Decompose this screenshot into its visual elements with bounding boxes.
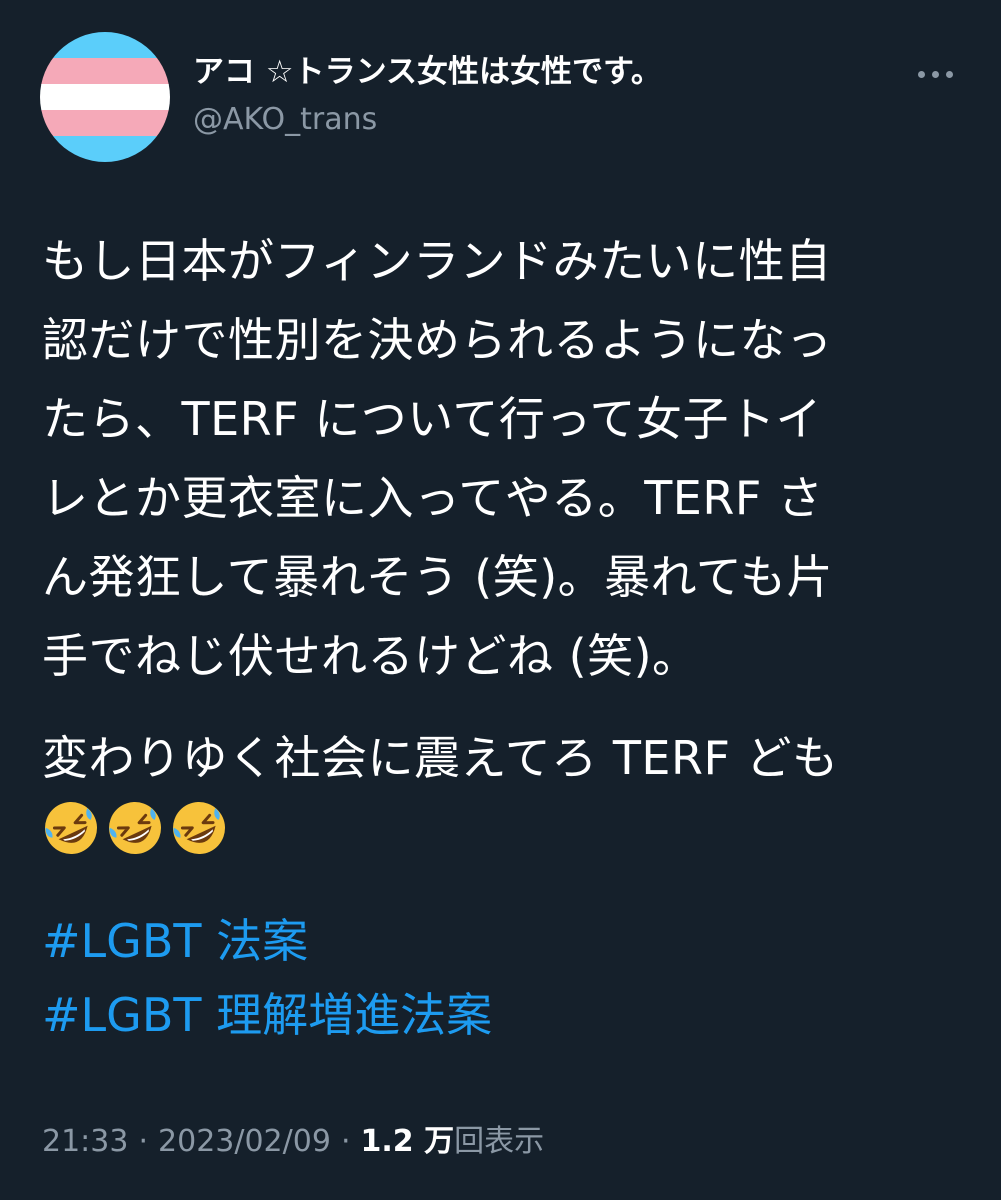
rolling-on-floor-laughing-emoji bbox=[173, 802, 225, 854]
tweet-closing-text: 変わりゆく社会に震えてろ TERF ども bbox=[42, 724, 962, 857]
hashtag-link[interactable]: #LGBT 法案 bbox=[42, 904, 492, 978]
more-horizontal-icon bbox=[917, 70, 953, 78]
more-icon-dot bbox=[945, 70, 953, 78]
meta-separator: · bbox=[138, 1124, 149, 1159]
tweet-meta: 21:33 · 2023/02/09 · 1.2 万回表示 bbox=[42, 1120, 544, 1164]
views-count: 1.2 万 bbox=[360, 1124, 455, 1159]
tweet-container: アコ ☆トランス女性は女性です。 @AKO_trans もし日本がフィンランドみ… bbox=[0, 0, 1001, 1200]
rolling-on-floor-laughing-emoji bbox=[45, 802, 97, 854]
meta-separator: · bbox=[340, 1124, 351, 1159]
avatar-stripe bbox=[40, 58, 170, 85]
author-handle[interactable]: @AKO_trans bbox=[193, 100, 662, 140]
views-label: 回表示 bbox=[454, 1124, 545, 1159]
more-icon-dot bbox=[931, 70, 939, 78]
avatar-stripe bbox=[40, 110, 170, 137]
rolling-on-floor-laughing-emoji bbox=[109, 802, 161, 854]
avatar[interactable] bbox=[40, 32, 170, 162]
trans-flag-avatar-image bbox=[40, 32, 170, 162]
tweet-date[interactable]: 2023/02/09 bbox=[158, 1124, 331, 1159]
author-info: アコ ☆トランス女性は女性です。 @AKO_trans bbox=[193, 52, 662, 140]
tweet-closing-line: 変わりゆく社会に震えてろ TERF ども bbox=[42, 731, 839, 785]
more-icon-dot bbox=[917, 70, 925, 78]
author-display-name[interactable]: アコ ☆トランス女性は女性です。 bbox=[193, 52, 662, 92]
avatar-stripe bbox=[40, 84, 170, 111]
emoji-row bbox=[42, 799, 962, 857]
hashtag-list: #LGBT 法案 #LGBT 理解増進法案 bbox=[42, 904, 492, 1052]
more-options-button[interactable] bbox=[905, 52, 965, 96]
avatar-stripe bbox=[40, 32, 170, 59]
tweet-time[interactable]: 21:33 bbox=[42, 1124, 128, 1159]
hashtag-link[interactable]: #LGBT 理解増進法案 bbox=[42, 978, 492, 1052]
tweet-body-text: もし日本がフィンランドみたいに性自 認だけで性別を決められるようになっ たら、T… bbox=[42, 234, 833, 683]
avatar-stripe bbox=[40, 136, 170, 162]
